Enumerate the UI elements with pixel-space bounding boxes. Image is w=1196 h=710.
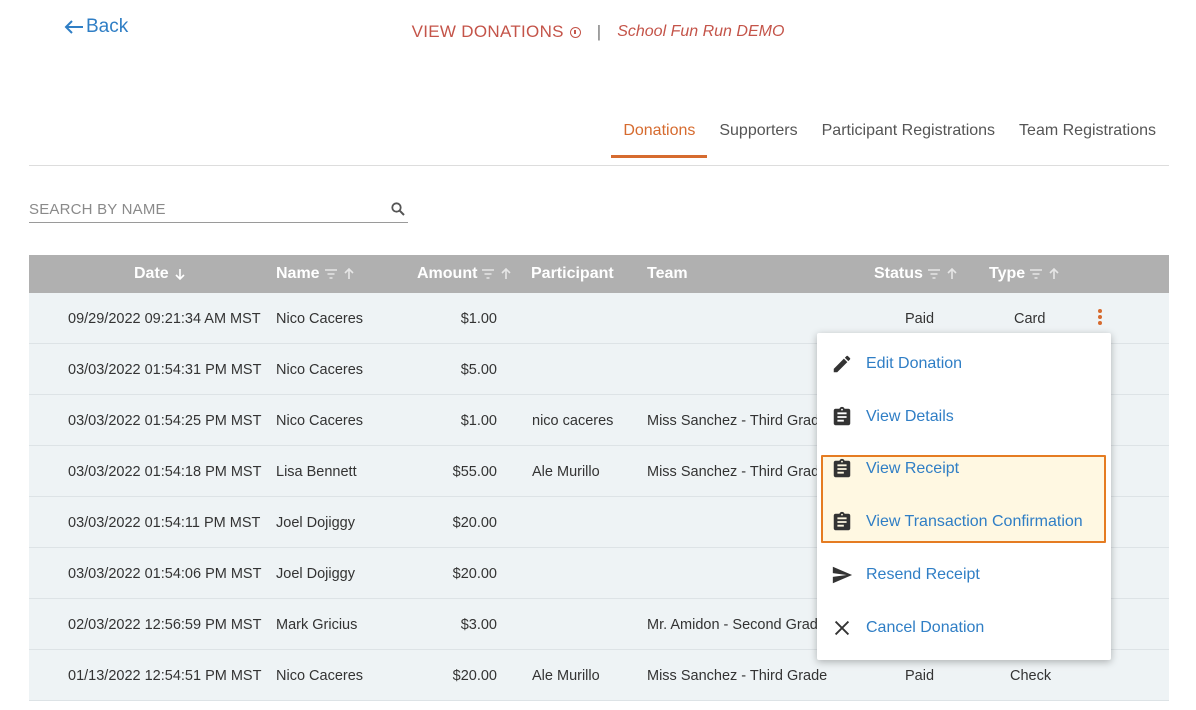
amount-cell: $5.00 (460, 361, 497, 378)
kebab-menu-icon[interactable] (1097, 309, 1103, 327)
name-cell: Nico Caceres (276, 310, 364, 327)
name-cell: Nico Caceres (276, 667, 364, 684)
menu-item-label: Cancel Donation (866, 618, 985, 636)
filter-icon[interactable] (927, 267, 941, 281)
column-date[interactable]: Date (134, 255, 187, 293)
close-icon (834, 620, 849, 635)
page-header: VIEW DONATIONS | School Fun Run DEMO (0, 22, 1196, 42)
name-cell: Joel Dojiggy (276, 514, 355, 531)
date-cell: 02/03/2022 12:56:59 PM MST (68, 616, 262, 633)
filter-icon[interactable] (481, 267, 495, 281)
date-cell: 03/03/2022 01:54:31 PM MST (68, 361, 262, 378)
amount-cell: $1.00 (460, 310, 497, 327)
search-box (29, 196, 408, 223)
sort-asc-icon[interactable] (1047, 267, 1061, 281)
column-label: Status (874, 265, 923, 282)
column-label: Name (276, 265, 320, 282)
table-header: Date Name Amount Participant Team Status… (29, 255, 1169, 293)
amount-cell: $20.00 (452, 514, 497, 531)
amount-cell: $20.00 (452, 565, 497, 582)
column-label: Type (989, 265, 1026, 282)
participant-cell: Ale Murillo (532, 667, 600, 684)
send-icon (832, 566, 852, 583)
date-cell: 03/03/2022 01:54:25 PM MST (68, 412, 262, 429)
participant-cell: Ale Murillo (532, 463, 600, 480)
tab-team-registrations[interactable]: Team Registrations (1007, 112, 1168, 158)
column-amount[interactable]: Amount (417, 255, 513, 293)
team-cell: Mr. Amidon - Second Grad (647, 616, 818, 633)
column-label: Amount (417, 265, 478, 282)
participant-cell: nico caceres (532, 412, 614, 429)
column-participant[interactable]: Participant (531, 255, 614, 293)
menu-item-label: View Transaction Confirmation (866, 512, 1083, 530)
menu-item-view-transaction-confirmation[interactable]: View Transaction Confirmation (817, 495, 1111, 548)
menu-item-label: View Receipt (866, 459, 960, 477)
column-type[interactable]: Type (989, 255, 1061, 293)
info-icon[interactable] (569, 26, 581, 38)
column-name[interactable]: Name (276, 255, 356, 293)
tab-bar: Donations Supporters Participant Registr… (611, 112, 1168, 158)
row-actions-menu-lower: View Receipt View Transaction Confirmati… (817, 333, 1111, 660)
date-cell: 09/29/2022 09:21:34 AM MST (68, 310, 261, 327)
name-cell: Nico Caceres (276, 361, 364, 378)
column-label: Team (647, 265, 688, 282)
amount-cell: $55.00 (452, 463, 497, 480)
clipboard-icon (833, 458, 850, 477)
team-cell: Miss Sanchez - Third Grade (647, 667, 828, 684)
menu-item-cancel-donation[interactable]: Cancel Donation (817, 601, 1111, 654)
team-cell: Miss Sanchez - Third Grad (647, 463, 820, 480)
name-cell: Joel Dojiggy (276, 565, 355, 582)
search-icon[interactable] (390, 201, 406, 217)
amount-cell: $3.00 (460, 616, 497, 633)
tab-supporters[interactable]: Supporters (707, 112, 809, 158)
search-input[interactable] (29, 200, 369, 218)
column-team[interactable]: Team (647, 255, 688, 293)
clipboard-icon (833, 511, 850, 530)
date-cell: 03/03/2022 01:54:18 PM MST (68, 463, 262, 480)
name-cell: Mark Gricius (276, 616, 358, 633)
date-cell: 03/03/2022 01:54:06 PM MST (68, 565, 262, 582)
team-cell: Miss Sanchez - Third Grad (647, 412, 820, 429)
date-cell: 03/03/2022 01:54:11 PM MST (68, 514, 261, 531)
page-title: VIEW DONATIONS (411, 22, 564, 41)
tab-donations[interactable]: Donations (611, 112, 708, 158)
amount-cell: $20.00 (452, 667, 497, 684)
sort-asc-icon[interactable] (342, 267, 356, 281)
date-cell: 01/13/2022 12:54:51 PM MST (68, 667, 262, 684)
menu-item-resend-receipt[interactable]: Resend Receipt (817, 548, 1111, 601)
title-separator: | (596, 22, 602, 41)
menu-item-view-receipt[interactable]: View Receipt (817, 442, 1111, 495)
tab-divider (29, 165, 1169, 166)
column-label: Date (134, 265, 169, 282)
tab-participant-registrations[interactable]: Participant Registrations (810, 112, 1007, 158)
sort-desc-icon[interactable] (173, 267, 187, 281)
filter-icon[interactable] (324, 267, 338, 281)
event-name: School Fun Run DEMO (617, 23, 785, 40)
sort-asc-icon[interactable] (499, 267, 513, 281)
filter-icon[interactable] (1029, 267, 1043, 281)
column-label: Participant (531, 265, 614, 282)
name-cell: Nico Caceres (276, 412, 364, 429)
sort-asc-icon[interactable] (945, 267, 959, 281)
name-cell: Lisa Bennett (276, 463, 357, 480)
menu-item-label: Resend Receipt (866, 565, 980, 583)
column-status[interactable]: Status (874, 255, 959, 293)
amount-cell: $1.00 (460, 412, 497, 429)
